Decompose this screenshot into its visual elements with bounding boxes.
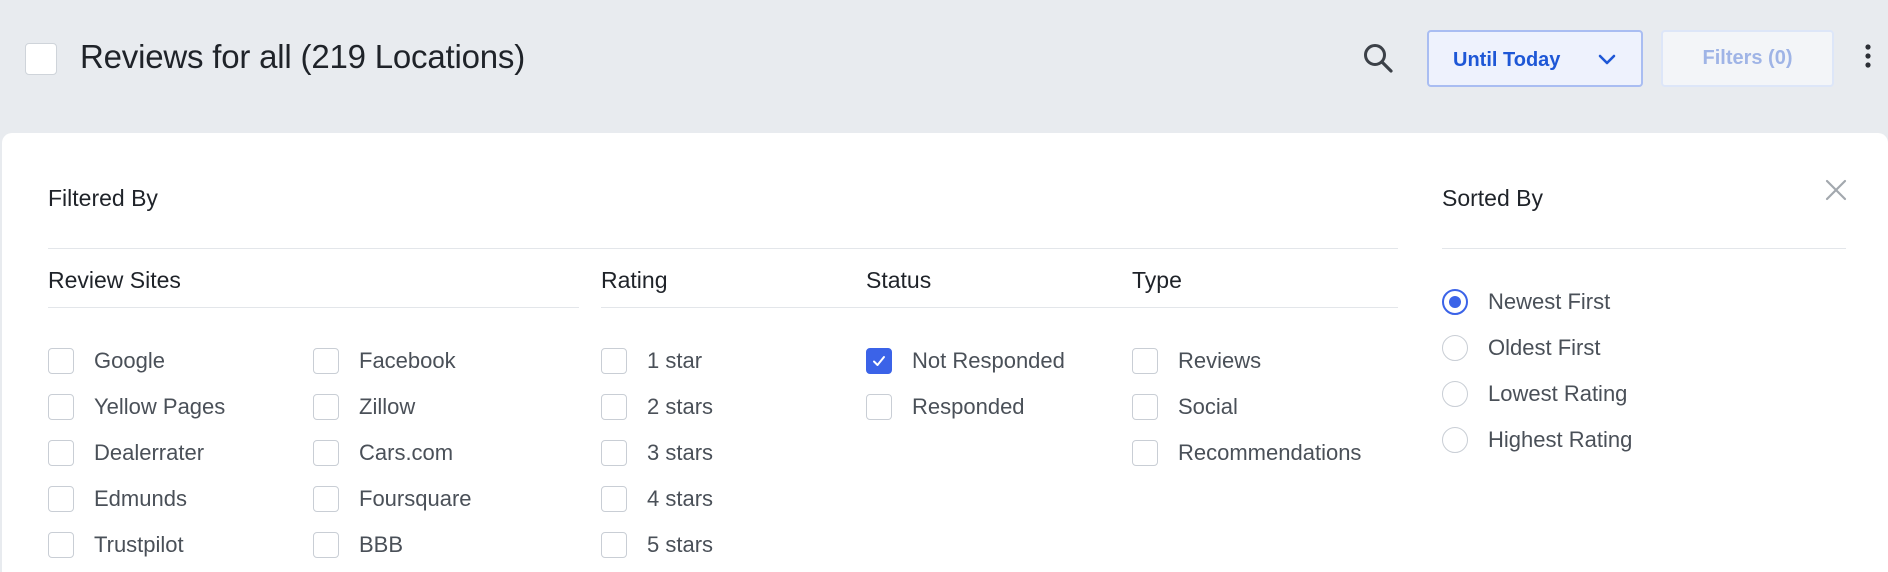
type-label[interactable]: Recommendations: [1178, 440, 1361, 466]
sort-option-label[interactable]: Highest Rating: [1488, 427, 1632, 453]
sort-option-label[interactable]: Newest First: [1488, 289, 1610, 315]
review-site-label[interactable]: Edmunds: [94, 486, 187, 512]
search-icon[interactable]: [1358, 38, 1398, 78]
column-header-type: Type: [1132, 267, 1182, 293]
checkbox[interactable]: [601, 348, 627, 374]
status-label[interactable]: Not Responded: [912, 348, 1065, 374]
rating-label[interactable]: 3 stars: [647, 440, 713, 466]
column-header-status: Status: [866, 267, 932, 293]
checkbox[interactable]: [313, 486, 339, 512]
checkbox[interactable]: [601, 394, 627, 420]
sort-option-label[interactable]: Lowest Rating: [1488, 381, 1627, 407]
page-title: Reviews for all (219 Locations): [80, 38, 526, 75]
review-site-label[interactable]: Google: [94, 348, 165, 374]
checkbox[interactable]: [313, 532, 339, 558]
filter-panel: Filtered By Sorted By Review Sites Ratin…: [2, 133, 1888, 572]
review-site-label[interactable]: Trustpilot: [94, 532, 184, 558]
checkbox[interactable]: [48, 532, 74, 558]
date-range-label: Until Today: [1453, 49, 1561, 71]
filtered-by-title: Filtered By: [48, 185, 158, 211]
reviews-header: Reviews for all (219 Locations) Until To…: [0, 0, 1888, 133]
checkbox[interactable]: [601, 486, 627, 512]
date-range-dropdown[interactable]: Until Today: [1427, 30, 1643, 87]
checkbox[interactable]: [1132, 394, 1158, 420]
review-site-label[interactable]: Facebook: [359, 348, 456, 374]
rating-label[interactable]: 1 star: [647, 348, 702, 374]
sort-option-label[interactable]: Oldest First: [1488, 335, 1600, 361]
column-header-rating: Rating: [601, 267, 668, 293]
review-site-label[interactable]: Zillow: [359, 394, 415, 420]
divider: [1442, 248, 1846, 249]
checkbox[interactable]: [1132, 348, 1158, 374]
review-site-label[interactable]: Cars.com: [359, 440, 453, 466]
checkbox[interactable]: [313, 394, 339, 420]
checkbox[interactable]: [48, 440, 74, 466]
checkbox[interactable]: [48, 486, 74, 512]
checkbox[interactable]: [601, 440, 627, 466]
divider: [48, 248, 1398, 249]
review-site-label[interactable]: Dealerrater: [94, 440, 204, 466]
sorted-by-title: Sorted By: [1442, 185, 1543, 211]
filters-button[interactable]: Filters (0): [1661, 30, 1834, 87]
select-all-checkbox[interactable]: [25, 43, 57, 75]
status-label[interactable]: Responded: [912, 394, 1025, 420]
rating-label[interactable]: 5 stars: [647, 532, 713, 558]
rating-label[interactable]: 2 stars: [647, 394, 713, 420]
checkbox[interactable]: [866, 394, 892, 420]
type-label[interactable]: Social: [1178, 394, 1238, 420]
checkbox[interactable]: [48, 394, 74, 420]
checkbox[interactable]: [48, 348, 74, 374]
more-vertical-icon[interactable]: [1858, 38, 1878, 78]
type-label[interactable]: Reviews: [1178, 348, 1261, 374]
checkbox-checked[interactable]: [866, 348, 892, 374]
review-site-label[interactable]: Yellow Pages: [94, 394, 225, 420]
checkbox[interactable]: [601, 532, 627, 558]
checkbox[interactable]: [1132, 440, 1158, 466]
chevron-down-icon: [1597, 50, 1617, 70]
close-icon[interactable]: [1824, 178, 1848, 202]
radio-button[interactable]: [1442, 335, 1468, 361]
review-site-label[interactable]: BBB: [359, 532, 403, 558]
checkbox[interactable]: [313, 440, 339, 466]
divider: [48, 307, 579, 308]
divider: [601, 307, 1398, 308]
rating-label[interactable]: 4 stars: [647, 486, 713, 512]
radio-button[interactable]: [1442, 427, 1468, 453]
column-header-review-sites: Review Sites: [48, 267, 181, 293]
checkbox[interactable]: [313, 348, 339, 374]
radio-button[interactable]: [1442, 381, 1468, 407]
review-site-label[interactable]: Foursquare: [359, 486, 472, 512]
radio-button-selected[interactable]: [1442, 289, 1468, 315]
check-icon: [873, 356, 885, 366]
